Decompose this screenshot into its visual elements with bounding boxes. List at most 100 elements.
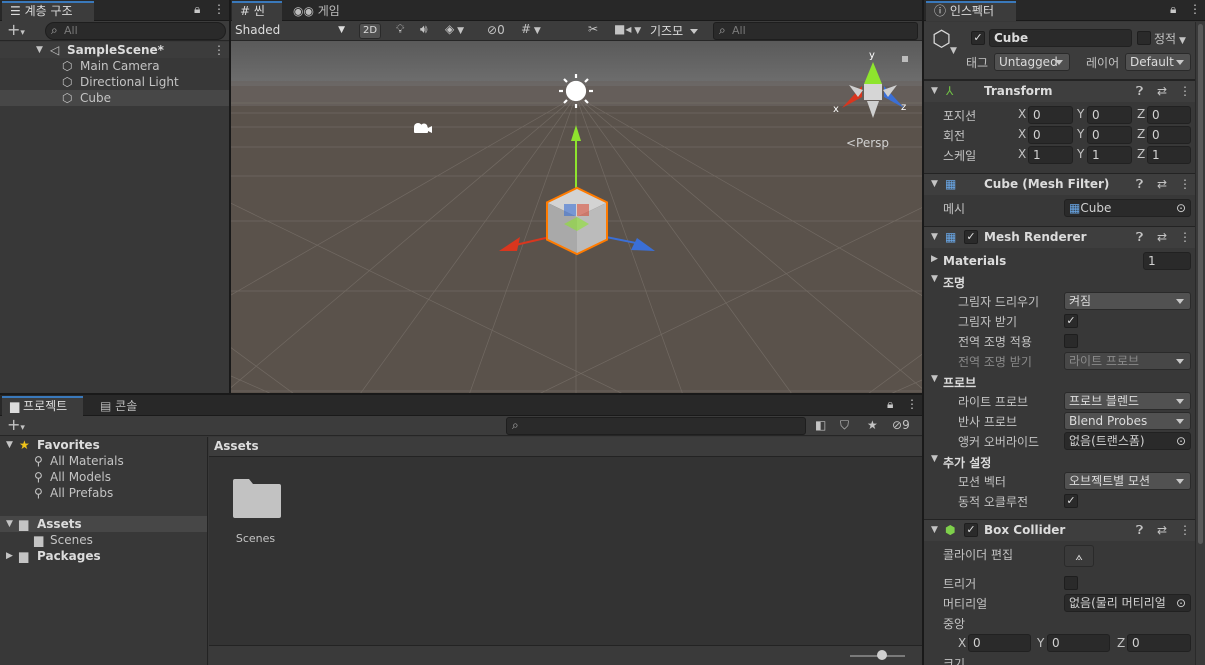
cube-icon[interactable]: ⬡ [932, 27, 951, 52]
cube-object[interactable] [546, 186, 608, 256]
scrollbar-thumb[interactable] [1198, 24, 1203, 544]
zoom-slider-thumb[interactable] [877, 650, 887, 660]
grid-snap-icon[interactable]: # ▼ [521, 22, 541, 36]
scene-search-input[interactable]: All [713, 22, 918, 40]
object-picker-icon[interactable]: ⊙ [1176, 433, 1186, 449]
component-menu-icon[interactable]: ⋮ [1179, 520, 1191, 541]
hierarchy-item[interactable]: ⬡ Directional Light [0, 74, 229, 90]
rotation-y-field[interactable]: 0 [1087, 126, 1132, 144]
tab-inspector[interactable]: ⓘ 인스펙터 [926, 1, 1016, 21]
presets-icon[interactable]: ⇄ [1157, 227, 1167, 248]
tab-hierarchy[interactable]: ☰ 계층 구조 [2, 1, 94, 21]
expand-arrow-icon[interactable]: ▼ [931, 81, 938, 102]
packages-row[interactable]: ▶ ▆ Packages [0, 548, 207, 564]
scale-z-field[interactable]: 1 [1147, 146, 1191, 164]
expand-arrow-icon[interactable]: ▼ [931, 454, 938, 464]
anchor-override-field[interactable]: 없음(트랜스폼) ⊙ [1064, 432, 1191, 450]
collapse-arrow-icon[interactable]: ▶ [931, 254, 938, 264]
expand-arrow-icon[interactable]: ▼ [6, 437, 13, 453]
expand-arrow-icon[interactable]: ▼ [931, 374, 938, 384]
presets-icon[interactable]: ⇄ [1157, 81, 1167, 102]
toggle-2d-button[interactable]: 2D [359, 23, 381, 39]
hierarchy-item[interactable]: ⬡ Main Camera [0, 58, 229, 74]
favorite-item[interactable]: ⚲ All Models [0, 469, 207, 485]
chevron-down-icon[interactable]: ▼ [950, 46, 957, 56]
audio-icon[interactable]: 🔊︎ [420, 22, 428, 37]
hierarchy-search-input[interactable]: All [45, 22, 226, 40]
more-menu-icon[interactable]: ⋮ [213, 2, 225, 16]
position-y-field[interactable]: 0 [1087, 106, 1132, 124]
inspector-scrollbar[interactable] [1195, 22, 1205, 665]
materials-count-field[interactable]: 1 [1143, 252, 1191, 270]
light-probes-dropdown[interactable]: 프로브 블렌드 [1064, 392, 1191, 410]
reflection-probes-dropdown[interactable]: Blend Probes [1064, 412, 1191, 430]
center-z-field[interactable]: 0 [1127, 634, 1191, 652]
shading-mode-dropdown[interactable]: Shaded ▼ [231, 22, 349, 40]
position-z-field[interactable]: 0 [1147, 106, 1191, 124]
project-search-input[interactable] [506, 417, 806, 435]
add-button[interactable]: +▾ [7, 20, 25, 39]
object-picker-icon[interactable]: ⊙ [1176, 200, 1186, 216]
object-picker-icon[interactable]: ⊙ [1175, 595, 1186, 611]
tab-project[interactable]: ▆ 프로젝트 [2, 396, 83, 416]
tab-game[interactable]: ◉◉ 게임 [285, 1, 348, 21]
scale-x-field[interactable]: 1 [1028, 146, 1073, 164]
is-trigger-checkbox[interactable] [1064, 576, 1078, 590]
presets-icon[interactable]: ⇄ [1157, 174, 1167, 195]
add-button[interactable]: +▾ [7, 415, 25, 434]
box-collider-header[interactable]: ▼ ⬢ ✓ Box Collider ❓︎ ⇄ ⋮ [924, 519, 1205, 541]
expand-arrow-icon[interactable]: ▼ [36, 42, 43, 58]
enabled-checkbox[interactable]: ✓ [964, 523, 978, 537]
center-x-field[interactable]: 0 [968, 634, 1031, 652]
static-dropdown[interactable]: 정적 ▼ [1154, 30, 1186, 47]
receive-shadows-checkbox[interactable]: ✓ [1064, 314, 1078, 328]
more-menu-icon[interactable]: ⋮ [1189, 2, 1201, 16]
label-tag-icon[interactable]: ⛉ [840, 418, 849, 433]
hierarchy-item-selected[interactable]: ⬡ Cube [0, 90, 229, 106]
lighting-icon[interactable]: 💡︎ [396, 22, 404, 37]
help-icon[interactable]: ❓︎ [1136, 227, 1143, 248]
expand-arrow-icon[interactable]: ▼ [6, 516, 13, 532]
tab-scene[interactable]: # 씬 [232, 1, 282, 21]
scene-menu-icon[interactable]: ⋮ [213, 42, 225, 58]
expand-arrow-icon[interactable]: ▼ [931, 274, 938, 284]
center-y-field[interactable]: 0 [1047, 634, 1110, 652]
layer-dropdown[interactable]: Default [1125, 53, 1191, 71]
hidden-objects-icon[interactable]: ⊘0 [487, 23, 505, 37]
transform-header[interactable]: ▼ ⅄ Transform ❓︎ ⇄ ⋮ [924, 80, 1205, 102]
star-icon[interactable]: ★ [867, 418, 878, 432]
scale-y-field[interactable]: 1 [1087, 146, 1132, 164]
tab-console[interactable]: ▤ 콘솔 [92, 396, 145, 416]
help-icon[interactable]: ❓︎ [1136, 81, 1143, 102]
dynamic-occlusion-checkbox[interactable]: ✓ [1064, 494, 1078, 508]
tools-icon[interactable]: ✂ [588, 22, 598, 36]
rotation-x-field[interactable]: 0 [1028, 126, 1073, 144]
favorite-item[interactable]: ⚲ All Prefabs [0, 485, 207, 501]
expand-arrow-icon[interactable]: ▼ [931, 227, 938, 248]
active-checkbox[interactable]: ✓ [971, 31, 985, 45]
gizmos-dropdown[interactable]: 기즈모 [645, 22, 705, 40]
expand-arrow-icon[interactable]: ▼ [931, 520, 938, 541]
component-menu-icon[interactable]: ⋮ [1179, 227, 1191, 248]
favorite-item[interactable]: ⚲ All Materials [0, 453, 207, 469]
presets-icon[interactable]: ⇄ [1157, 520, 1167, 541]
favorites-row[interactable]: ▼ ★ Favorites [0, 437, 207, 453]
cast-shadows-dropdown[interactable]: 켜짐 [1064, 292, 1191, 310]
help-icon[interactable]: ❓︎ [1136, 520, 1143, 541]
assets-row[interactable]: ▼ ▆ Assets [0, 516, 207, 532]
lock-icon[interactable]: 🔒︎ [194, 2, 200, 17]
rotation-z-field[interactable]: 0 [1147, 126, 1191, 144]
position-x-field[interactable]: 0 [1028, 106, 1073, 124]
contribute-gi-checkbox[interactable] [1064, 334, 1078, 348]
lock-icon[interactable]: 🔒︎ [1170, 2, 1176, 17]
perspective-label[interactable]: <Persp [846, 136, 889, 150]
tag-dropdown[interactable]: Untagged [994, 53, 1070, 71]
scene-row[interactable]: ▼ ◁ SampleScene* ⋮ [0, 42, 229, 58]
component-menu-icon[interactable]: ⋮ [1179, 81, 1191, 102]
edit-collider-button[interactable]: ⟑ [1064, 545, 1094, 567]
static-checkbox[interactable] [1137, 31, 1151, 45]
hidden-packages-icon[interactable]: ⊘9 [892, 418, 910, 432]
camera-icon[interactable]: ■◂ ▼ [614, 22, 641, 36]
folder-tile[interactable]: Scenes [229, 477, 282, 547]
mesh-object-field[interactable]: ▦Cube ⊙ [1064, 199, 1191, 217]
